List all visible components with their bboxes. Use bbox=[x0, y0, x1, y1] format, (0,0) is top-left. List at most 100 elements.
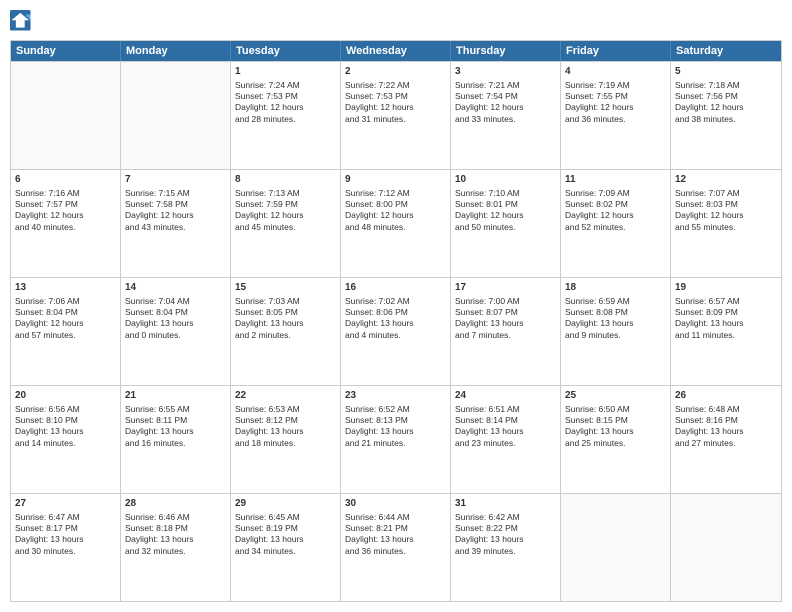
calendar-cell: 29Sunrise: 6:45 AMSunset: 8:19 PMDayligh… bbox=[231, 494, 341, 601]
calendar-cell: 16Sunrise: 7:02 AMSunset: 8:06 PMDayligh… bbox=[341, 278, 451, 385]
day-number: 20 bbox=[15, 389, 116, 403]
sunset-text: Sunset: 8:04 PM bbox=[15, 307, 116, 318]
weekday-header-saturday: Saturday bbox=[671, 41, 781, 61]
day-number: 24 bbox=[455, 389, 556, 403]
day-number: 6 bbox=[15, 173, 116, 187]
daylight-text-2: and 55 minutes. bbox=[675, 222, 777, 233]
sunrise-text: Sunrise: 6:46 AM bbox=[125, 512, 226, 523]
calendar-cell: 26Sunrise: 6:48 AMSunset: 8:16 PMDayligh… bbox=[671, 386, 781, 493]
calendar-cell: 22Sunrise: 6:53 AMSunset: 8:12 PMDayligh… bbox=[231, 386, 341, 493]
calendar-cell: 31Sunrise: 6:42 AMSunset: 8:22 PMDayligh… bbox=[451, 494, 561, 601]
sunrise-text: Sunrise: 6:56 AM bbox=[15, 404, 116, 415]
day-number: 28 bbox=[125, 497, 226, 511]
calendar-cell: 15Sunrise: 7:03 AMSunset: 8:05 PMDayligh… bbox=[231, 278, 341, 385]
sunset-text: Sunset: 7:57 PM bbox=[15, 199, 116, 210]
logo-icon bbox=[10, 10, 32, 32]
daylight-text-2: and 57 minutes. bbox=[15, 330, 116, 341]
daylight-text-2: and 28 minutes. bbox=[235, 114, 336, 125]
daylight-text-2: and 18 minutes. bbox=[235, 438, 336, 449]
calendar-cell: 25Sunrise: 6:50 AMSunset: 8:15 PMDayligh… bbox=[561, 386, 671, 493]
weekday-header-tuesday: Tuesday bbox=[231, 41, 341, 61]
sunset-text: Sunset: 7:55 PM bbox=[565, 91, 666, 102]
day-number: 31 bbox=[455, 497, 556, 511]
sunset-text: Sunset: 8:09 PM bbox=[675, 307, 777, 318]
calendar-cell: 21Sunrise: 6:55 AMSunset: 8:11 PMDayligh… bbox=[121, 386, 231, 493]
sunrise-text: Sunrise: 7:06 AM bbox=[15, 296, 116, 307]
day-number: 18 bbox=[565, 281, 666, 295]
daylight-text-1: Daylight: 13 hours bbox=[235, 318, 336, 329]
calendar-cell: 13Sunrise: 7:06 AMSunset: 8:04 PMDayligh… bbox=[11, 278, 121, 385]
sunset-text: Sunset: 8:04 PM bbox=[125, 307, 226, 318]
calendar-cell bbox=[671, 494, 781, 601]
calendar-cell: 3Sunrise: 7:21 AMSunset: 7:54 PMDaylight… bbox=[451, 62, 561, 169]
weekday-header-thursday: Thursday bbox=[451, 41, 561, 61]
calendar-cell: 6Sunrise: 7:16 AMSunset: 7:57 PMDaylight… bbox=[11, 170, 121, 277]
sunrise-text: Sunrise: 7:18 AM bbox=[675, 80, 777, 91]
sunrise-text: Sunrise: 6:42 AM bbox=[455, 512, 556, 523]
day-number: 14 bbox=[125, 281, 226, 295]
sunrise-text: Sunrise: 7:02 AM bbox=[345, 296, 446, 307]
daylight-text-2: and 52 minutes. bbox=[565, 222, 666, 233]
sunrise-text: Sunrise: 6:47 AM bbox=[15, 512, 116, 523]
sunset-text: Sunset: 8:12 PM bbox=[235, 415, 336, 426]
daylight-text-1: Daylight: 13 hours bbox=[15, 426, 116, 437]
sunset-text: Sunset: 8:13 PM bbox=[345, 415, 446, 426]
day-number: 1 bbox=[235, 65, 336, 79]
daylight-text-2: and 36 minutes. bbox=[345, 546, 446, 557]
sunset-text: Sunset: 8:15 PM bbox=[565, 415, 666, 426]
daylight-text-2: and 45 minutes. bbox=[235, 222, 336, 233]
calendar-cell: 18Sunrise: 6:59 AMSunset: 8:08 PMDayligh… bbox=[561, 278, 671, 385]
header bbox=[10, 10, 782, 32]
daylight-text-1: Daylight: 13 hours bbox=[565, 426, 666, 437]
daylight-text-2: and 33 minutes. bbox=[455, 114, 556, 125]
daylight-text-1: Daylight: 13 hours bbox=[345, 534, 446, 545]
daylight-text-2: and 14 minutes. bbox=[15, 438, 116, 449]
daylight-text-2: and 23 minutes. bbox=[455, 438, 556, 449]
day-number: 22 bbox=[235, 389, 336, 403]
calendar-cell: 10Sunrise: 7:10 AMSunset: 8:01 PMDayligh… bbox=[451, 170, 561, 277]
day-number: 30 bbox=[345, 497, 446, 511]
day-number: 19 bbox=[675, 281, 777, 295]
daylight-text-2: and 27 minutes. bbox=[675, 438, 777, 449]
daylight-text-1: Daylight: 13 hours bbox=[125, 318, 226, 329]
sunrise-text: Sunrise: 7:07 AM bbox=[675, 188, 777, 199]
weekday-header-monday: Monday bbox=[121, 41, 231, 61]
daylight-text-1: Daylight: 12 hours bbox=[345, 210, 446, 221]
daylight-text-2: and 16 minutes. bbox=[125, 438, 226, 449]
daylight-text-1: Daylight: 13 hours bbox=[345, 426, 446, 437]
calendar-cell: 7Sunrise: 7:15 AMSunset: 7:58 PMDaylight… bbox=[121, 170, 231, 277]
calendar-cell: 8Sunrise: 7:13 AMSunset: 7:59 PMDaylight… bbox=[231, 170, 341, 277]
daylight-text-1: Daylight: 12 hours bbox=[345, 102, 446, 113]
sunrise-text: Sunrise: 7:13 AM bbox=[235, 188, 336, 199]
sunset-text: Sunset: 8:02 PM bbox=[565, 199, 666, 210]
calendar-row-4: 27Sunrise: 6:47 AMSunset: 8:17 PMDayligh… bbox=[11, 493, 781, 601]
sunset-text: Sunset: 8:10 PM bbox=[15, 415, 116, 426]
sunset-text: Sunset: 8:05 PM bbox=[235, 307, 336, 318]
daylight-text-1: Daylight: 12 hours bbox=[15, 210, 116, 221]
calendar-cell: 28Sunrise: 6:46 AMSunset: 8:18 PMDayligh… bbox=[121, 494, 231, 601]
day-number: 2 bbox=[345, 65, 446, 79]
daylight-text-2: and 40 minutes. bbox=[15, 222, 116, 233]
sunset-text: Sunset: 8:19 PM bbox=[235, 523, 336, 534]
sunset-text: Sunset: 8:11 PM bbox=[125, 415, 226, 426]
calendar: SundayMondayTuesdayWednesdayThursdayFrid… bbox=[10, 40, 782, 602]
calendar-cell: 24Sunrise: 6:51 AMSunset: 8:14 PMDayligh… bbox=[451, 386, 561, 493]
daylight-text-1: Daylight: 13 hours bbox=[235, 426, 336, 437]
calendar-row-0: 1Sunrise: 7:24 AMSunset: 7:53 PMDaylight… bbox=[11, 61, 781, 169]
daylight-text-1: Daylight: 12 hours bbox=[565, 102, 666, 113]
sunrise-text: Sunrise: 6:45 AM bbox=[235, 512, 336, 523]
sunset-text: Sunset: 7:58 PM bbox=[125, 199, 226, 210]
sunset-text: Sunset: 8:14 PM bbox=[455, 415, 556, 426]
calendar-cell: 2Sunrise: 7:22 AMSunset: 7:53 PMDaylight… bbox=[341, 62, 451, 169]
calendar-cell: 30Sunrise: 6:44 AMSunset: 8:21 PMDayligh… bbox=[341, 494, 451, 601]
sunrise-text: Sunrise: 7:10 AM bbox=[455, 188, 556, 199]
calendar-cell: 9Sunrise: 7:12 AMSunset: 8:00 PMDaylight… bbox=[341, 170, 451, 277]
calendar-cell bbox=[11, 62, 121, 169]
daylight-text-2: and 25 minutes. bbox=[565, 438, 666, 449]
daylight-text-1: Daylight: 13 hours bbox=[125, 534, 226, 545]
day-number: 7 bbox=[125, 173, 226, 187]
sunset-text: Sunset: 7:54 PM bbox=[455, 91, 556, 102]
calendar-cell bbox=[121, 62, 231, 169]
sunrise-text: Sunrise: 7:03 AM bbox=[235, 296, 336, 307]
sunrise-text: Sunrise: 6:57 AM bbox=[675, 296, 777, 307]
